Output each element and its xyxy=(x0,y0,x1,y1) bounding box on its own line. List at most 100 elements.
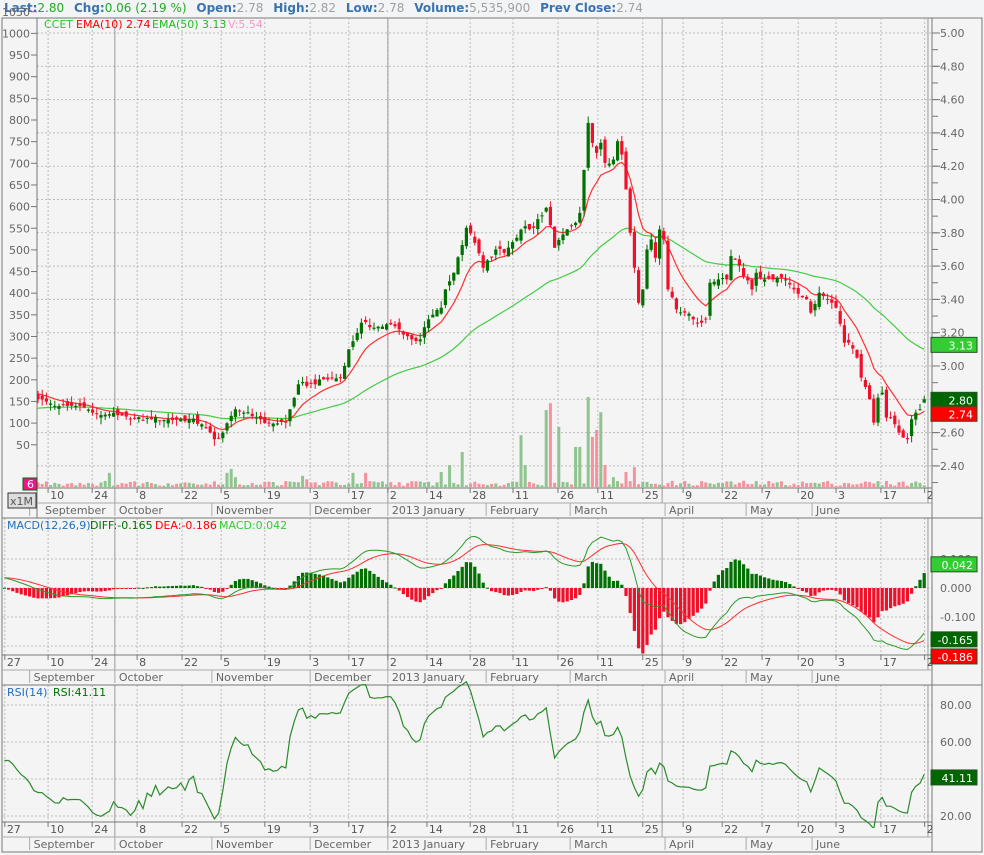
macd-histogram-bar xyxy=(527,588,531,591)
volume-bar xyxy=(103,480,107,488)
candle-body xyxy=(821,293,825,297)
candle-body xyxy=(763,279,767,282)
candle-body xyxy=(154,417,158,423)
volume-bar xyxy=(204,483,208,488)
volume-bar xyxy=(166,483,170,488)
month-label: April xyxy=(669,671,694,684)
macd-histogram-bar xyxy=(364,568,368,588)
macd-histogram-bar xyxy=(649,588,653,635)
volume-bar xyxy=(603,465,607,488)
macd-histogram-bar xyxy=(603,570,607,588)
macd-histogram-bar xyxy=(868,588,872,618)
macd-histogram-bar xyxy=(905,588,909,602)
macd-histogram-bar xyxy=(469,562,473,588)
volume-bar xyxy=(750,484,754,488)
volume-bar xyxy=(141,483,145,488)
date-tick-label: 19 xyxy=(267,823,281,836)
stock-chart[interactable]: 5.004.804.604.404.204.003.803.603.403.20… xyxy=(0,0,984,855)
candle-body xyxy=(561,234,565,241)
volume-bar xyxy=(456,484,460,488)
candle-body xyxy=(574,222,578,226)
candle-body xyxy=(653,242,657,258)
candle-body xyxy=(133,417,137,419)
price-axis-label: 3.80 xyxy=(940,227,965,240)
macd-histogram-bar xyxy=(221,588,225,592)
volume-bar xyxy=(221,484,225,488)
month-label: October xyxy=(119,504,163,517)
candle-body xyxy=(284,421,288,423)
macd-histogram-bar xyxy=(859,588,863,612)
macd-histogram-bar xyxy=(809,588,813,596)
volume-bar xyxy=(162,485,166,488)
macd-histogram-bar xyxy=(645,588,649,645)
volume-bar xyxy=(876,481,880,488)
macd-histogram-bar xyxy=(490,588,494,592)
candle-body xyxy=(435,309,439,317)
date-tick-label: 24 xyxy=(94,489,108,502)
candle-body xyxy=(149,416,153,420)
volume-bar xyxy=(217,484,221,488)
volume-bar xyxy=(855,484,859,488)
volume-bar xyxy=(922,485,926,488)
candle-body xyxy=(498,246,502,249)
candle-body xyxy=(112,412,116,417)
date-tick-label: 24 xyxy=(94,823,108,836)
volume-axis-label: 450 xyxy=(9,266,30,279)
macd-histogram-bar xyxy=(733,559,737,588)
candle-body xyxy=(905,438,909,440)
volume-bar xyxy=(401,485,405,488)
macd-histogram-bar xyxy=(821,588,825,591)
rsi-value-text: 41.11 xyxy=(942,772,974,785)
candle-body xyxy=(166,419,170,424)
macd-histogram-bar xyxy=(86,588,90,592)
price-axis-label: 3.40 xyxy=(940,293,965,306)
macd-histogram-bar xyxy=(11,588,15,592)
volume-bar xyxy=(830,483,834,488)
candle-body xyxy=(880,392,884,395)
candle-body xyxy=(666,240,670,290)
volume-bar xyxy=(809,482,813,488)
month-label: 2013 January xyxy=(392,504,466,517)
date-tick-label: 2 xyxy=(390,823,397,836)
candle-body xyxy=(263,416,267,424)
macd-axis-label: -0.100 xyxy=(940,611,975,624)
macd-histogram-bar xyxy=(464,562,468,588)
candle-body xyxy=(464,227,468,247)
macd-histogram-bar xyxy=(700,588,704,609)
month-label: December xyxy=(314,671,372,684)
date-tick-label: 28 xyxy=(472,489,486,502)
volume-bar xyxy=(624,471,628,488)
volume-bar xyxy=(296,482,300,488)
volume-bar xyxy=(889,484,893,488)
volume-bar xyxy=(611,477,615,488)
candle-body xyxy=(414,337,418,341)
price-axis-label: 3.60 xyxy=(940,260,965,273)
volume-bar xyxy=(246,484,250,488)
volume-bar xyxy=(586,397,590,488)
candle-body xyxy=(838,311,842,324)
candle-body xyxy=(729,256,733,281)
macd-histogram-bar xyxy=(204,588,208,589)
candle-body xyxy=(662,231,666,240)
volume-bar xyxy=(154,484,158,488)
candle-body xyxy=(49,403,53,405)
volume-bar xyxy=(884,480,888,488)
date-tick-label: 25 xyxy=(645,656,659,669)
macd-histogram-bar xyxy=(313,573,317,588)
volume-bar xyxy=(414,481,418,488)
volume-bar xyxy=(578,446,582,488)
macd-histogram-bar xyxy=(884,588,888,611)
candle-body xyxy=(624,151,628,190)
volume-bar xyxy=(368,481,372,488)
candle-body xyxy=(179,418,183,422)
volume-bar xyxy=(128,481,132,488)
macd-histogram-bar xyxy=(439,588,443,589)
volume-bar xyxy=(628,481,632,488)
volume-bar xyxy=(767,480,771,488)
macd-histogram-bar xyxy=(574,588,578,599)
date-tick-label: 24 xyxy=(94,656,108,669)
macd-histogram-bar xyxy=(620,584,624,588)
macd-histogram-bar xyxy=(532,588,536,592)
volume-bar xyxy=(632,467,636,488)
candle-body xyxy=(540,215,544,217)
